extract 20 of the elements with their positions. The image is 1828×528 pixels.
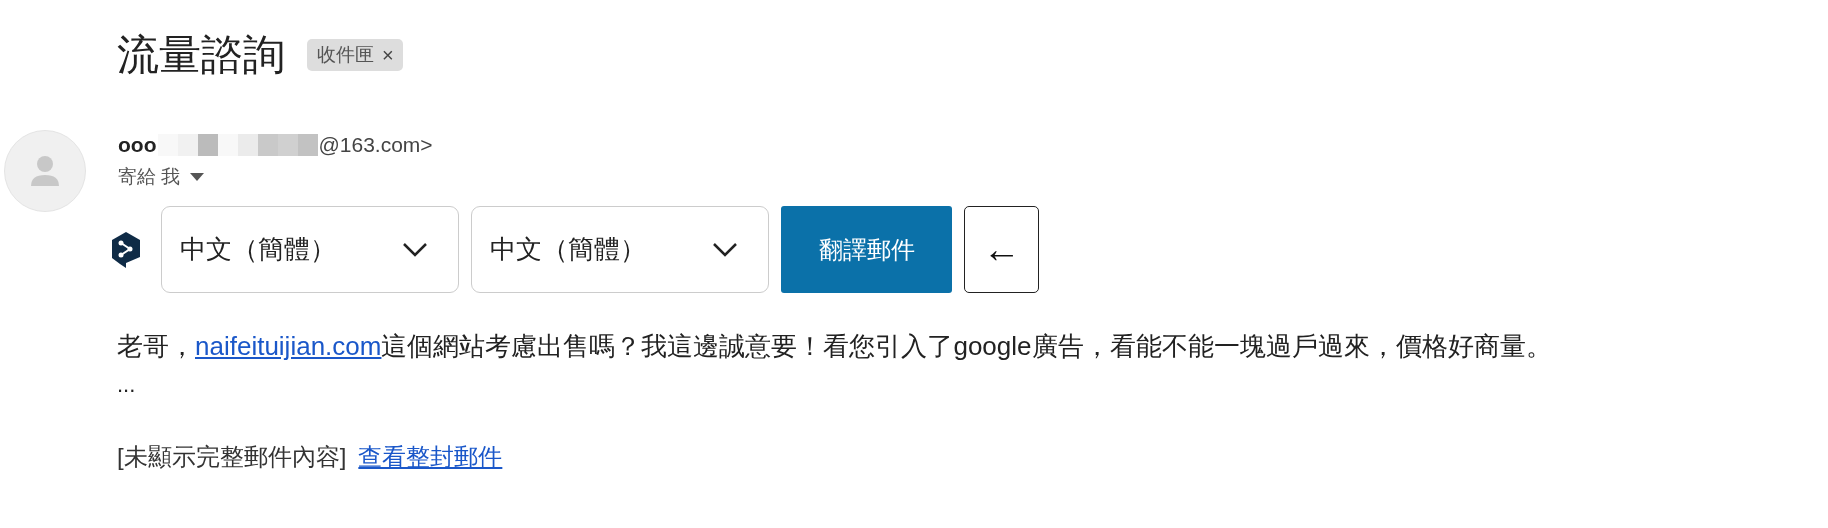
- sender-address: @163.com>: [318, 133, 433, 157]
- chevron-down-icon: [402, 241, 428, 258]
- sender-name: ooo: [118, 133, 157, 157]
- email-subject: 流量諮詢: [117, 30, 285, 80]
- recipient-details-button[interactable]: 寄給 我: [118, 164, 205, 190]
- source-language-dropdown[interactable]: 中文（簡體）: [161, 206, 459, 293]
- target-language-dropdown[interactable]: 中文（簡體）: [471, 206, 769, 293]
- link[interactable]: naifeituijian.com: [195, 331, 382, 361]
- view-entire-message-link[interactable]: 查看整封郵件: [358, 441, 503, 473]
- ellipsis-text: ...: [117, 373, 137, 397]
- translator-logo-icon: [111, 230, 141, 269]
- translate-button[interactable]: 翻譯郵件: [781, 206, 952, 293]
- chevron-down-icon: [712, 241, 738, 258]
- person-icon: [30, 155, 60, 187]
- back-button[interactable]: ←: [964, 206, 1039, 293]
- message-text: 老哥，naifeituijian.com這個網站考慮出售嗎？我這邊誠意要！看您引入了google廣告，看能不能一塊過戶過來，價格好商量。: [117, 330, 1553, 363]
- remove-label-button[interactable]: ×: [382, 43, 394, 67]
- caret-icon: [190, 173, 205, 181]
- label-text: 收件匣: [317, 43, 374, 67]
- clipped-message-note: [未顯示完整郵件內容]: [117, 442, 347, 472]
